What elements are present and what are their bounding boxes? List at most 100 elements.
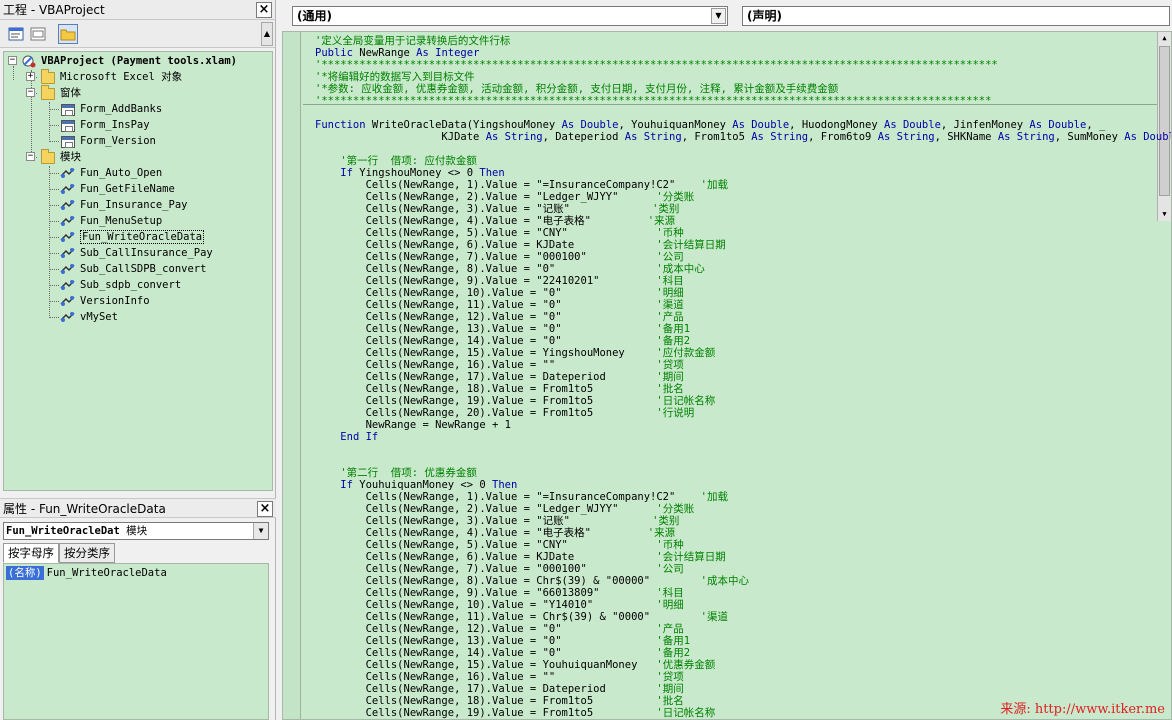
property-row-name[interactable]: (名称) Fun_WriteOracleData xyxy=(6,566,167,580)
code-line[interactable]: Cells(NewRange, 17).Value = Dateperiod '… xyxy=(315,683,684,695)
forms-collapse-toggle[interactable]: − xyxy=(26,88,35,97)
code-line[interactable]: Cells(NewRange, 11).Value = Chr$(39) & "… xyxy=(315,611,728,623)
vertical-scrollbar[interactable]: ▲ ▼ xyxy=(1157,32,1171,221)
modules-folder[interactable]: 模块 xyxy=(60,149,81,165)
tab-categorized[interactable]: 按分类序 xyxy=(59,543,115,563)
procedure-dropdown[interactable]: (声明) xyxy=(742,6,1170,26)
code-line[interactable]: Cells(NewRange, 3).Value = "记账" '类别 xyxy=(315,203,680,215)
properties-grid[interactable]: (名称) Fun_WriteOracleData xyxy=(3,563,269,720)
tree-item-module[interactable]: VersionInfo xyxy=(80,293,150,309)
code-line[interactable]: Cells(NewRange, 3).Value = "记账" '类别 xyxy=(315,515,680,527)
code-line[interactable]: Cells(NewRange, 18).Value = From1to5 '批名 xyxy=(315,695,684,707)
code-line[interactable]: If YingshouMoney <> 0 Then xyxy=(315,167,504,179)
scroll-up-icon[interactable]: ▲ xyxy=(1159,32,1170,44)
code-line[interactable]: Cells(NewRange, 10).Value = "Y14010" '明细 xyxy=(315,599,684,611)
tree-item-form[interactable]: Form_Version xyxy=(80,133,156,149)
tab-alphabetic[interactable]: 按字母序 xyxy=(3,543,59,563)
code-line[interactable]: Cells(NewRange, 12).Value = "0" '产品 xyxy=(315,311,684,323)
code-line[interactable]: Cells(NewRange, 2).Value = "Ledger_WJYY"… xyxy=(315,503,695,515)
scrollbar-thumb[interactable] xyxy=(1159,46,1170,196)
code-line[interactable]: Cells(NewRange, 15).Value = YingshouMone… xyxy=(315,347,716,359)
code-line[interactable]: Cells(NewRange, 14).Value = "0" '备用2 xyxy=(315,647,690,659)
code-text: Cells(NewRange, 13).Value = "0" xyxy=(315,323,657,335)
code-line[interactable]: NewRange = NewRange + 1 xyxy=(315,419,511,431)
code-line[interactable]: Cells(NewRange, 10).Value = "0" '明细 xyxy=(315,287,684,299)
root-collapse-toggle[interactable]: − xyxy=(8,56,17,65)
code-line[interactable]: Cells(NewRange, 2).Value = "Ledger_WJYY"… xyxy=(315,191,695,203)
code-line[interactable]: Cells(NewRange, 8).Value = Chr$(39) & "0… xyxy=(315,575,749,587)
code-line[interactable]: Cells(NewRange, 5).Value = "CNY" '币种 xyxy=(315,227,684,239)
code-line[interactable]: '*将编辑好的数据写入到目标文件 xyxy=(315,71,475,83)
code-line[interactable]: Cells(NewRange, 6).Value = KJDate '会计结算日… xyxy=(315,239,726,251)
scroll-down-icon[interactable]: ▼ xyxy=(1159,208,1170,220)
chevron-down-icon[interactable]: ▼ xyxy=(711,8,726,24)
project-tree[interactable]: − VBAProject (Payment tools.xlam) + Micr… xyxy=(3,51,273,491)
tree-item-form[interactable]: Form_InsPay xyxy=(80,117,150,133)
tree-item-module[interactable]: Sub_sdpb_convert xyxy=(80,277,181,293)
code-line[interactable]: If YouhuiquanMoney <> 0 Then xyxy=(315,479,517,491)
code-comment: '批名 xyxy=(656,695,684,707)
project-root-node[interactable]: VBAProject (Payment tools.xlam) xyxy=(41,53,237,69)
code-line[interactable]: Cells(NewRange, 5).Value = "CNY" '币种 xyxy=(315,539,684,551)
tree-item-module[interactable]: Fun_Auto_Open xyxy=(80,165,162,181)
code-line[interactable]: Cells(NewRange, 15).Value = YouhuiquanMo… xyxy=(315,659,716,671)
forms-folder[interactable]: 窗体 xyxy=(60,85,81,101)
object-dropdown[interactable]: (通用) ▼ xyxy=(292,6,728,26)
code-line[interactable]: KJDate As String, Dateperiod As String, … xyxy=(315,131,1171,143)
excel-objects-expand-toggle[interactable]: + xyxy=(26,72,35,81)
project-close-button[interactable]: × xyxy=(256,2,272,18)
code-gutter[interactable] xyxy=(283,32,301,719)
code-line[interactable]: '***************************************… xyxy=(315,59,998,71)
code-line[interactable]: Cells(NewRange, 9).Value = "66013809" '科… xyxy=(315,587,684,599)
tree-item-module[interactable]: Fun_Insurance_Pay xyxy=(80,197,187,213)
code-line[interactable]: Cells(NewRange, 13).Value = "0" '备用1 xyxy=(315,635,690,647)
chevron-down-icon[interactable]: ▼ xyxy=(253,523,268,539)
code-line[interactable]: Cells(NewRange, 9).Value = "22410201" '科… xyxy=(315,275,684,287)
code-line[interactable]: Function WriteOracleData(YingshouMoney A… xyxy=(315,119,1105,131)
tree-item-module[interactable]: Sub_CallSDPB_convert xyxy=(80,261,206,277)
code-line[interactable]: Cells(NewRange, 8).Value = "0" '成本中心 xyxy=(315,263,705,275)
code-line[interactable]: '第二行 借项: 优惠券金额 xyxy=(315,467,477,479)
code-line[interactable]: End If xyxy=(315,431,378,443)
tree-item-module[interactable]: Fun_GetFileName xyxy=(80,181,175,197)
code-line[interactable]: Cells(NewRange, 4).Value = "电子表格" '来源 xyxy=(315,527,676,539)
modules-collapse-toggle[interactable]: − xyxy=(26,152,35,161)
properties-close-button[interactable]: × xyxy=(257,501,273,517)
tree-item-module[interactable]: vMySet xyxy=(80,309,118,325)
object-select[interactable]: Fun_WriteOracleDat 模块 ▼ xyxy=(3,522,269,540)
code-line[interactable]: Cells(NewRange, 11).Value = "0" '渠道 xyxy=(315,299,684,311)
code-line[interactable]: Cells(NewRange, 1).Value = "=InsuranceCo… xyxy=(315,179,728,191)
excel-objects-folder[interactable]: Microsoft Excel 对象 xyxy=(60,69,182,85)
code-line[interactable]: Cells(NewRange, 14).Value = "0" '备用2 xyxy=(315,335,690,347)
tree-item-module[interactable]: Sub_CallInsurance_Pay xyxy=(80,245,213,261)
property-name-value[interactable]: Fun_WriteOracleData xyxy=(44,566,167,580)
code-line[interactable]: '***************************************… xyxy=(315,95,991,107)
code-line[interactable]: Cells(NewRange, 19).Value = From1to5 '日记… xyxy=(315,707,716,719)
code-line[interactable]: Cells(NewRange, 4).Value = "电子表格" '来源 xyxy=(315,215,676,227)
code-line[interactable]: Cells(NewRange, 7).Value = "000100" '公司 xyxy=(315,251,684,263)
tree-item-module-selected[interactable]: Fun_WriteOracleData xyxy=(80,229,205,245)
code-line[interactable]: Cells(NewRange, 20).Value = From1to5 '行说… xyxy=(315,407,695,419)
code-line[interactable]: Cells(NewRange, 12).Value = "0" '产品 xyxy=(315,623,684,635)
code-line[interactable]: Public NewRange As Integer xyxy=(315,47,479,59)
code-line[interactable]: Cells(NewRange, 19).Value = From1to5 '日记… xyxy=(315,395,716,407)
code-line[interactable]: Cells(NewRange, 17).Value = Dateperiod '… xyxy=(315,371,684,383)
tree-item-module[interactable]: Fun_MenuSetup xyxy=(80,213,162,229)
tree-item-form[interactable]: Form_AddBanks xyxy=(80,101,162,117)
view-object-button[interactable] xyxy=(28,24,48,44)
code-line[interactable]: Cells(NewRange, 18).Value = From1to5 '批名 xyxy=(315,383,684,395)
code-line[interactable]: Cells(NewRange, 16).Value = "" '贷项 xyxy=(315,671,684,683)
toolbar-scroll-button[interactable]: ▲ xyxy=(261,22,273,46)
code-line[interactable]: Cells(NewRange, 16).Value = "" '贷项 xyxy=(315,359,684,371)
code-line[interactable]: Cells(NewRange, 1).Value = "=InsuranceCo… xyxy=(315,491,728,503)
code-editor[interactable]: ▲ ▼ '定义全局变量用于记录转换后的文件行标 Public NewRange A… xyxy=(282,31,1172,720)
view-code-button[interactable] xyxy=(6,24,26,44)
code-line[interactable]: '定义全局变量用于记录转换后的文件行标 xyxy=(315,35,510,47)
code-line[interactable]: Cells(NewRange, 13).Value = "0" '备用1 xyxy=(315,323,690,335)
code-line[interactable]: Cells(NewRange, 7).Value = "000100" '公司 xyxy=(315,563,684,575)
code-line[interactable]: '第一行 借项: 应付款金额 xyxy=(315,155,477,167)
toggle-folders-button[interactable] xyxy=(58,24,78,44)
code-line[interactable]: Cells(NewRange, 6).Value = KJDate '会计结算日… xyxy=(315,551,726,563)
code-line[interactable]: '*参数: 应收金额, 优惠券金额, 活动金额, 积分金额, 支付日期, 支付月… xyxy=(315,83,838,95)
